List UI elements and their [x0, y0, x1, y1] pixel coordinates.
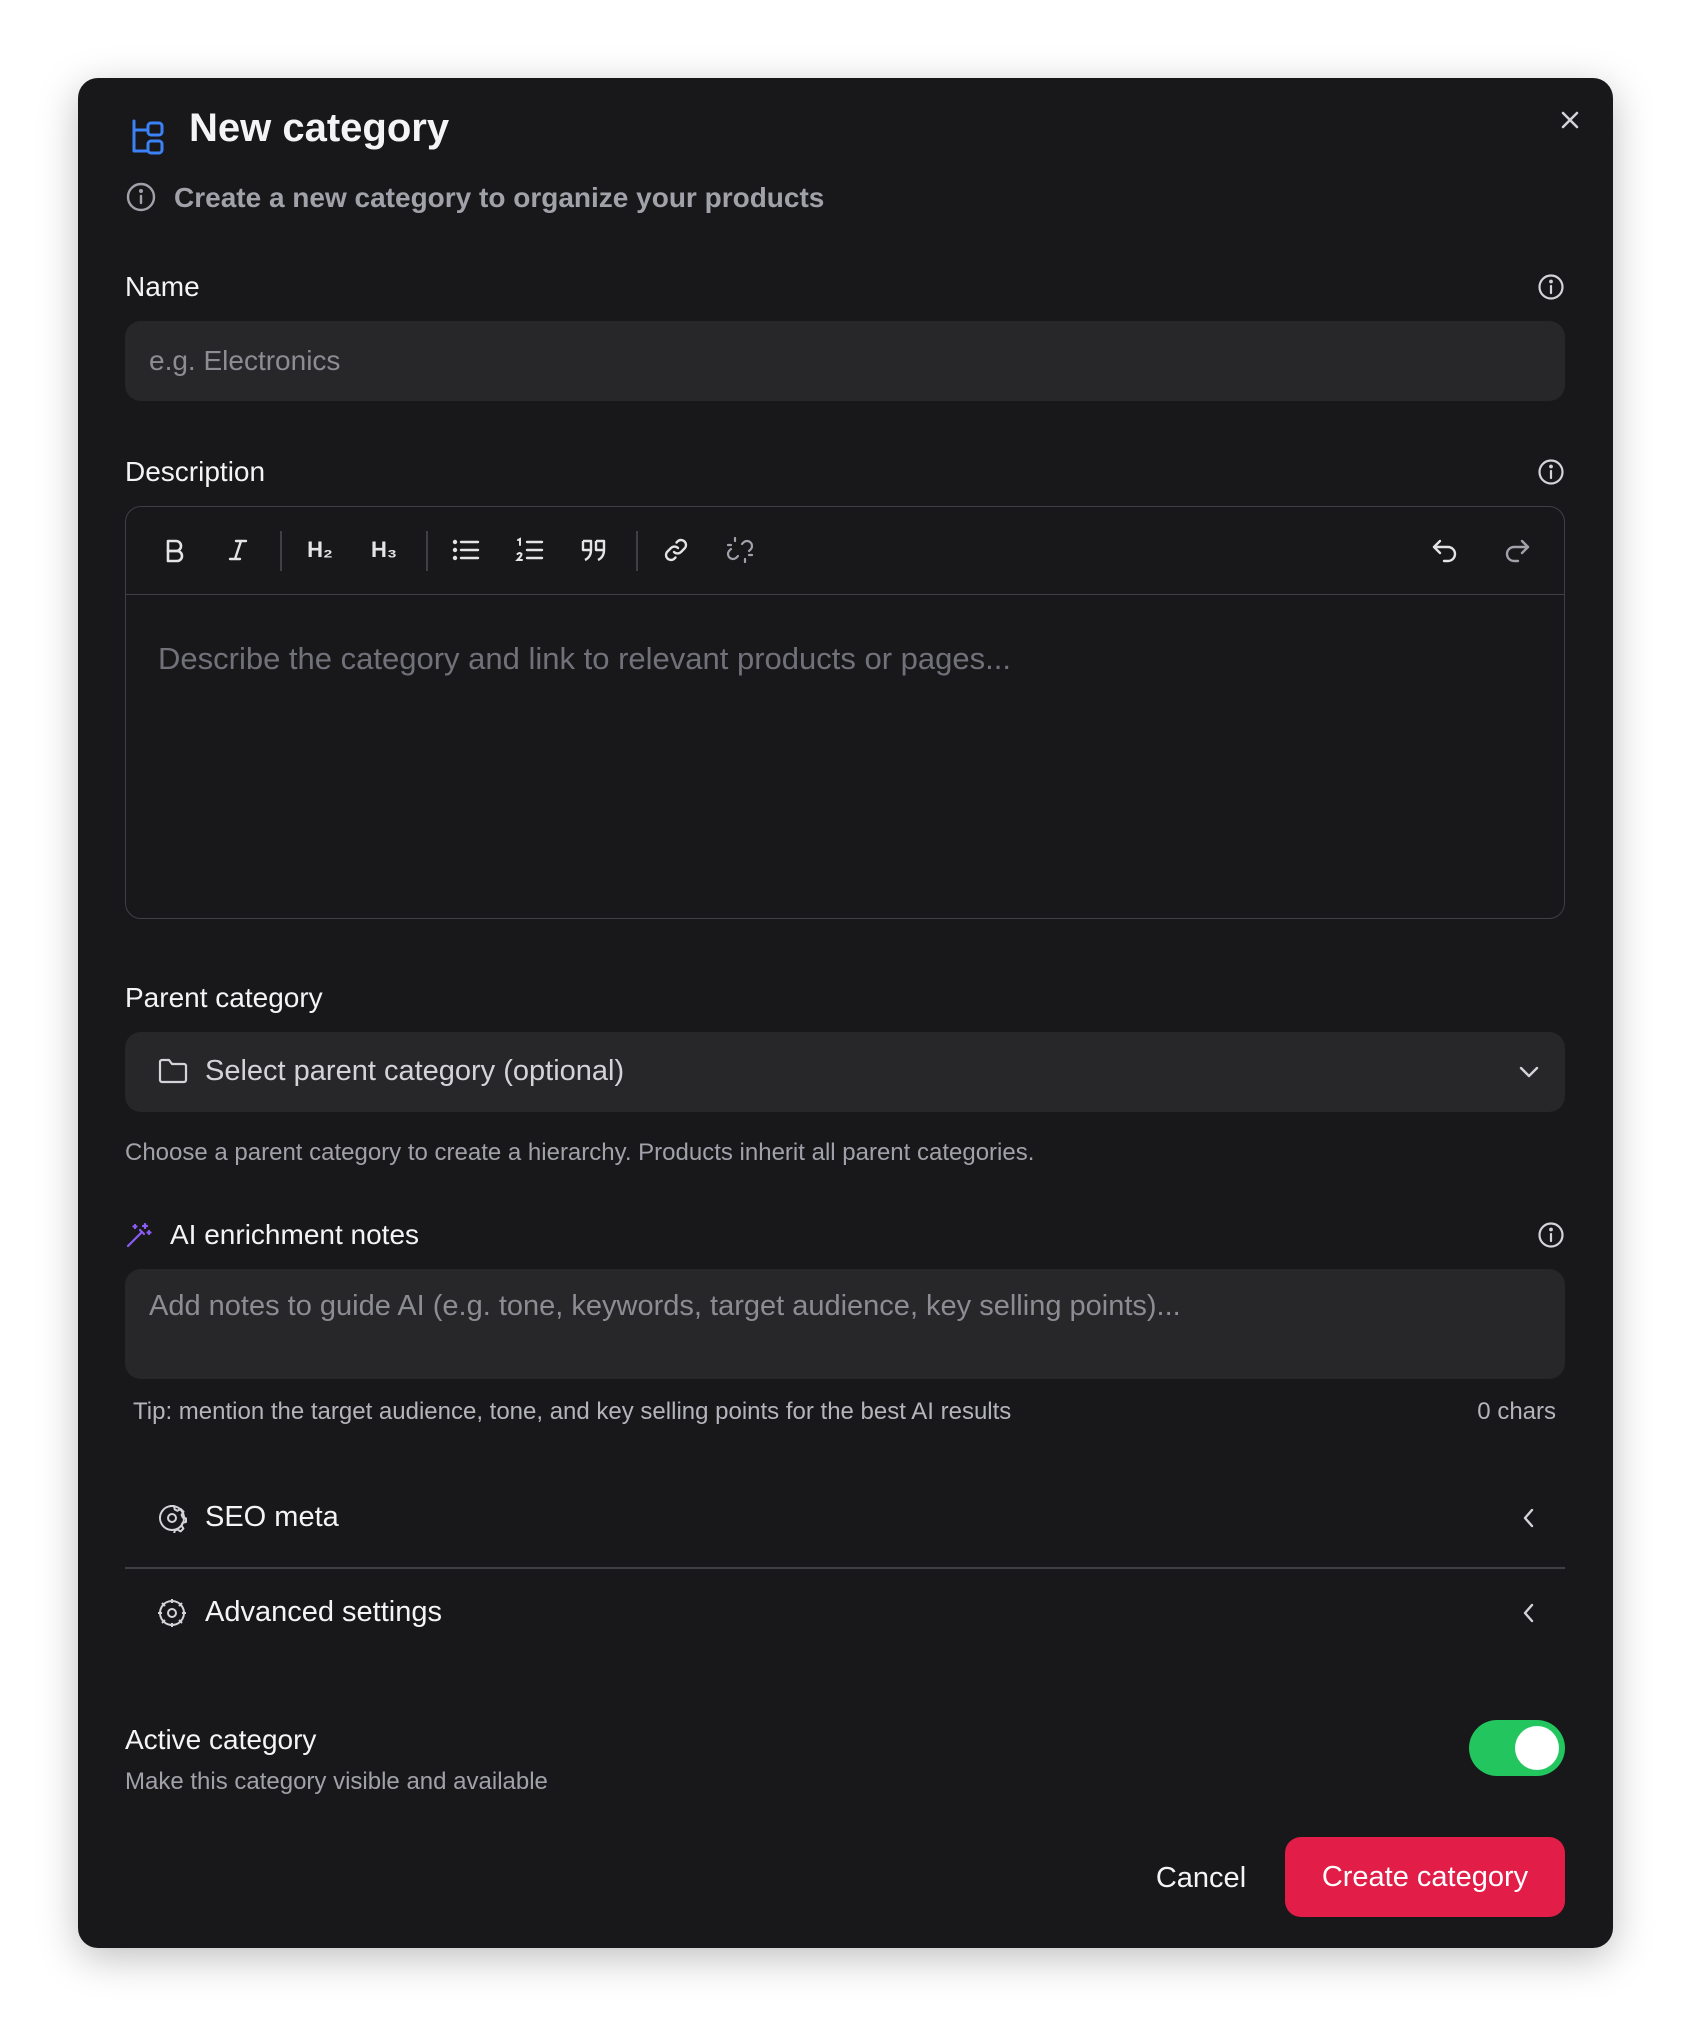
parent-category-select[interactable]: Select parent category (optional): [125, 1032, 1565, 1112]
dialog-subtitle: Create a new category to organize your p…: [174, 182, 825, 213]
unlink-icon: [726, 536, 754, 564]
magic-wand-icon: [125, 1221, 153, 1249]
new-category-dialog: New category Create a new category to or…: [78, 78, 1613, 1948]
name-info-icon[interactable]: [1537, 273, 1565, 301]
unlink-button[interactable]: [718, 528, 762, 572]
ai-notes-tip: Tip: mention the target audience, tone, …: [133, 1398, 1012, 1425]
editor-toolbar: H₂ H₃: [126, 507, 1564, 595]
active-category-toggle[interactable]: [1469, 1720, 1565, 1776]
cancel-button[interactable]: Cancel: [1121, 1838, 1281, 1918]
redo-icon: [1505, 539, 1530, 563]
ordered-list-button[interactable]: [508, 528, 552, 572]
gear-icon: [157, 1598, 187, 1628]
seo-meta-section[interactable]: SEO meta: [125, 1473, 1565, 1565]
ai-notes-char-count: 0 chars: [1477, 1398, 1556, 1425]
info-icon: [125, 181, 157, 213]
name-input[interactable]: e.g. Electronics: [125, 321, 1565, 401]
heading-2-button[interactable]: H₂: [298, 528, 342, 572]
bold-icon: [166, 539, 184, 563]
description-label: Description: [125, 456, 266, 487]
parent-category-value: Select parent category (optional): [205, 1055, 625, 1087]
close-button[interactable]: [1554, 104, 1586, 136]
toolbar-separator: [636, 531, 638, 571]
undo-button[interactable]: [1423, 528, 1467, 572]
link-button[interactable]: [654, 528, 698, 572]
heading-3-button[interactable]: H₃: [362, 528, 406, 572]
parent-category-label: Parent category: [125, 982, 323, 1013]
chevron-left-icon: [1518, 1505, 1540, 1531]
description-info-icon[interactable]: [1537, 458, 1565, 486]
parent-category-helper: Choose a parent category to create a hie…: [125, 1139, 1035, 1166]
toolbar-separator: [426, 531, 428, 571]
dialog-title: New category: [189, 106, 450, 150]
italic-icon: [228, 539, 248, 561]
link-icon: [664, 538, 688, 562]
create-category-button[interactable]: Create category: [1285, 1837, 1565, 1917]
bold-button[interactable]: [152, 528, 196, 572]
active-category-label: Active category: [125, 1724, 317, 1755]
chevron-down-icon: [1516, 1060, 1542, 1084]
category-tree-icon: [128, 118, 168, 158]
toggle-knob: [1515, 1726, 1559, 1770]
ordered-list-icon: [515, 537, 544, 561]
ai-notes-textarea[interactable]: Add notes to guide AI (e.g. tone, keywor…: [125, 1269, 1565, 1379]
active-category-description: Make this category visible and available: [125, 1768, 548, 1795]
undo-icon: [1432, 539, 1457, 563]
gear-icon: [157, 1503, 187, 1533]
ai-notes-label: AI enrichment notes: [170, 1219, 420, 1250]
bullet-list-icon: [452, 539, 480, 561]
toolbar-separator: [280, 531, 282, 571]
description-placeholder[interactable]: Describe the category and link to releva…: [158, 643, 1011, 674]
redo-button[interactable]: [1495, 528, 1539, 572]
quote-icon: [581, 539, 606, 562]
italic-button[interactable]: [216, 528, 260, 572]
blockquote-button[interactable]: [572, 528, 616, 572]
folder-icon: [157, 1056, 189, 1086]
close-icon: [1561, 111, 1579, 129]
chevron-left-icon: [1518, 1600, 1540, 1626]
description-editor: H₂ H₃ Describe the category and link to …: [125, 506, 1565, 919]
bullet-list-button[interactable]: [444, 528, 488, 572]
seo-meta-label: SEO meta: [205, 1501, 339, 1533]
advanced-settings-label: Advanced settings: [205, 1596, 442, 1628]
ai-notes-info-icon[interactable]: [1537, 1221, 1565, 1249]
name-label: Name: [125, 271, 200, 302]
advanced-settings-section[interactable]: Advanced settings: [125, 1568, 1565, 1660]
